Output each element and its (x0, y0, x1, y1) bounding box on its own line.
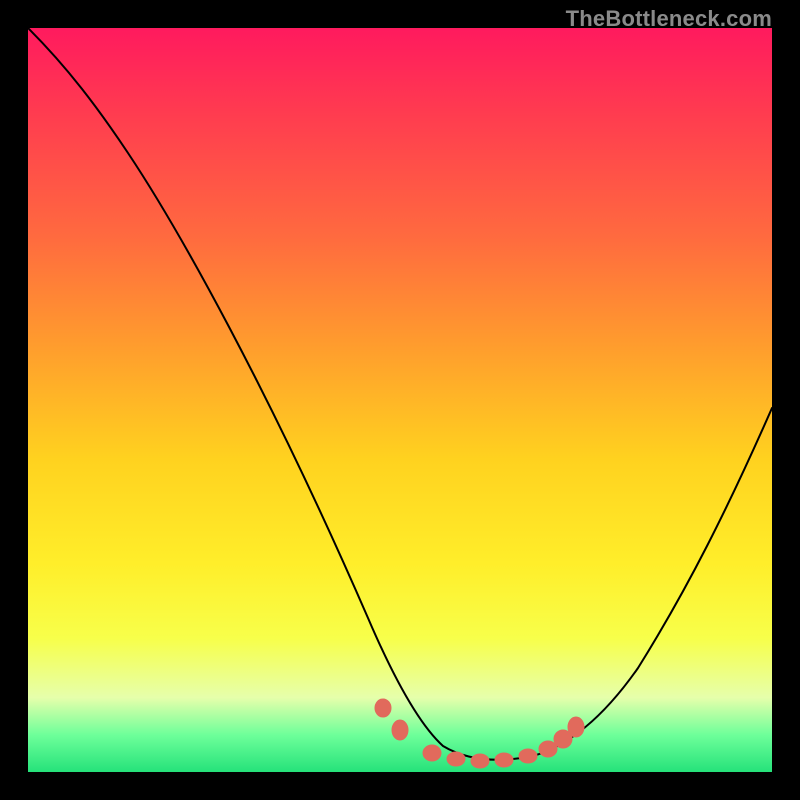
chart-frame: TheBottleneck.com (0, 0, 800, 800)
plot-area (28, 28, 772, 772)
bottleneck-curve (28, 28, 772, 760)
plot-svg (28, 28, 772, 772)
trough-markers (375, 699, 584, 768)
